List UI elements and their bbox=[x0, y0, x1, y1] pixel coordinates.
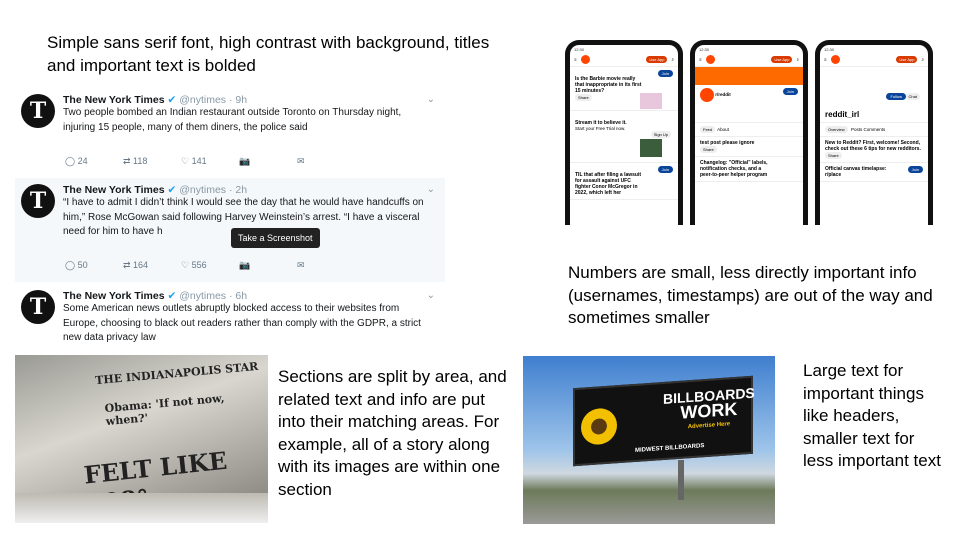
mail-icon[interactable]: ✉ bbox=[297, 260, 305, 271]
note-top-left: Simple sans serif font, high contrast wi… bbox=[47, 33, 490, 75]
tweet-author: The New York Times bbox=[63, 290, 165, 302]
mail-icon[interactable]: ✉ bbox=[297, 156, 305, 167]
nyt-avatar: T bbox=[21, 94, 55, 128]
tab-overview[interactable]: Overview bbox=[825, 126, 848, 133]
use-app-button[interactable]: Use App bbox=[896, 56, 918, 63]
phone-profile: 12:30 ≡ Use App ⌕ Follow Chat reddit_irl Ov… bbox=[815, 40, 933, 225]
phone-subreddit: 12:30 ≡ Use App ⌕ Join r/reddit Feed About … bbox=[690, 40, 808, 225]
search-icon[interactable]: ⌕ bbox=[796, 57, 799, 62]
note-bottom-right: Large text for important things like hea… bbox=[803, 361, 941, 470]
post[interactable]: Join Is the Barbie movie really that inap… bbox=[570, 67, 678, 111]
search-icon[interactable]: ⌕ bbox=[671, 57, 674, 62]
note-bottom-middle: Sections are split by area, and related … bbox=[278, 367, 507, 499]
tweet-text: Two people bombed an Indian restaurant o… bbox=[63, 107, 402, 133]
search-icon[interactable]: ⌕ bbox=[921, 57, 924, 62]
reddit-phone-screenshots: 12:30 ≡ Use App ⌕ Join Is the Barbie movie … bbox=[565, 38, 935, 225]
use-app-button[interactable]: Use App bbox=[646, 56, 668, 63]
tweet: T The New York Times ✔ @nytimes · 2h “I … bbox=[15, 178, 445, 282]
verified-icon: ✔ bbox=[167, 184, 177, 196]
reddit-logo bbox=[580, 55, 590, 64]
tweet-author: The New York Times bbox=[63, 94, 165, 106]
chevron-down-icon[interactable]: ⌄ bbox=[427, 184, 435, 195]
like-button[interactable]: ♡ 141 bbox=[181, 156, 239, 167]
camera-icon[interactable]: 📷 bbox=[239, 260, 297, 271]
retweet-button[interactable]: ⇄ 164 bbox=[123, 260, 181, 271]
post[interactable]: New to Reddit? First, welcome! Second, c… bbox=[820, 137, 928, 163]
nyt-avatar: T bbox=[21, 290, 55, 324]
follow-button[interactable]: Follow bbox=[886, 93, 906, 100]
tab-feed[interactable]: Feed bbox=[700, 126, 716, 133]
tweet-author: The New York Times bbox=[63, 184, 165, 196]
chevron-down-icon[interactable]: ⌄ bbox=[427, 94, 435, 105]
camera-icon[interactable]: 📷 bbox=[239, 156, 297, 167]
newspaper-photo: THE INDIANAPOLIS STAR Obama: 'If not now… bbox=[15, 355, 268, 523]
tooltip: Take a Screenshot bbox=[231, 228, 320, 248]
chevron-down-icon[interactable]: ⌄ bbox=[427, 290, 435, 301]
tweet: T The New York Times ✔ @nytimes · 6h Som… bbox=[15, 284, 445, 350]
subreddit-banner bbox=[695, 67, 803, 85]
tab-posts[interactable]: Posts bbox=[851, 127, 862, 132]
tab-about[interactable]: About bbox=[717, 127, 729, 132]
nyt-avatar: T bbox=[21, 184, 55, 218]
tab-comments[interactable]: Comments bbox=[863, 127, 885, 132]
verified-icon: ✔ bbox=[167, 290, 177, 302]
like-button[interactable]: ♡ 556 bbox=[181, 260, 239, 271]
reply-button[interactable]: ◯ 50 bbox=[65, 260, 123, 271]
billboard-photo: BILLBOARDS WORK Advertise Here MIDWEST BIL… bbox=[523, 356, 775, 524]
tweet-handle: @nytimes · 9h bbox=[179, 94, 248, 106]
tweet-handle: @nytimes · 2h bbox=[179, 184, 248, 196]
note-middle-right: Numbers are small, less directly importa… bbox=[568, 263, 933, 327]
tweet-handle: @nytimes · 6h bbox=[179, 290, 248, 302]
post[interactable]: Changelog: "Official" labels, notificati… bbox=[695, 157, 803, 182]
post[interactable]: Stream it to believe it. Start your Free … bbox=[570, 111, 678, 163]
use-app-button[interactable]: Use App bbox=[771, 56, 793, 63]
verified-icon: ✔ bbox=[167, 94, 177, 106]
post[interactable]: test post please ignore Share bbox=[695, 137, 803, 157]
twitter-feed-screenshot: T The New York Times ✔ @nytimes · 9h Two… bbox=[15, 88, 445, 350]
retweet-button[interactable]: ⇄ 118 bbox=[123, 156, 181, 167]
reply-button[interactable]: ◯ 24 bbox=[65, 156, 123, 167]
post[interactable]: Join TIL that after filing a lawsuit for … bbox=[570, 163, 678, 200]
post[interactable]: Join Official canvas timelapse: r/place bbox=[820, 163, 928, 182]
tweet-text: Some American news outlets abruptly bloc… bbox=[63, 303, 421, 343]
tweet: T The New York Times ✔ @nytimes · 9h Two… bbox=[15, 88, 445, 176]
chat-button[interactable]: Chat bbox=[905, 93, 920, 100]
phone-home: 12:30 ≡ Use App ⌕ Join Is the Barbie movie … bbox=[565, 40, 683, 225]
join-button[interactable]: Join bbox=[782, 88, 798, 95]
join-button[interactable]: Join bbox=[657, 70, 673, 77]
